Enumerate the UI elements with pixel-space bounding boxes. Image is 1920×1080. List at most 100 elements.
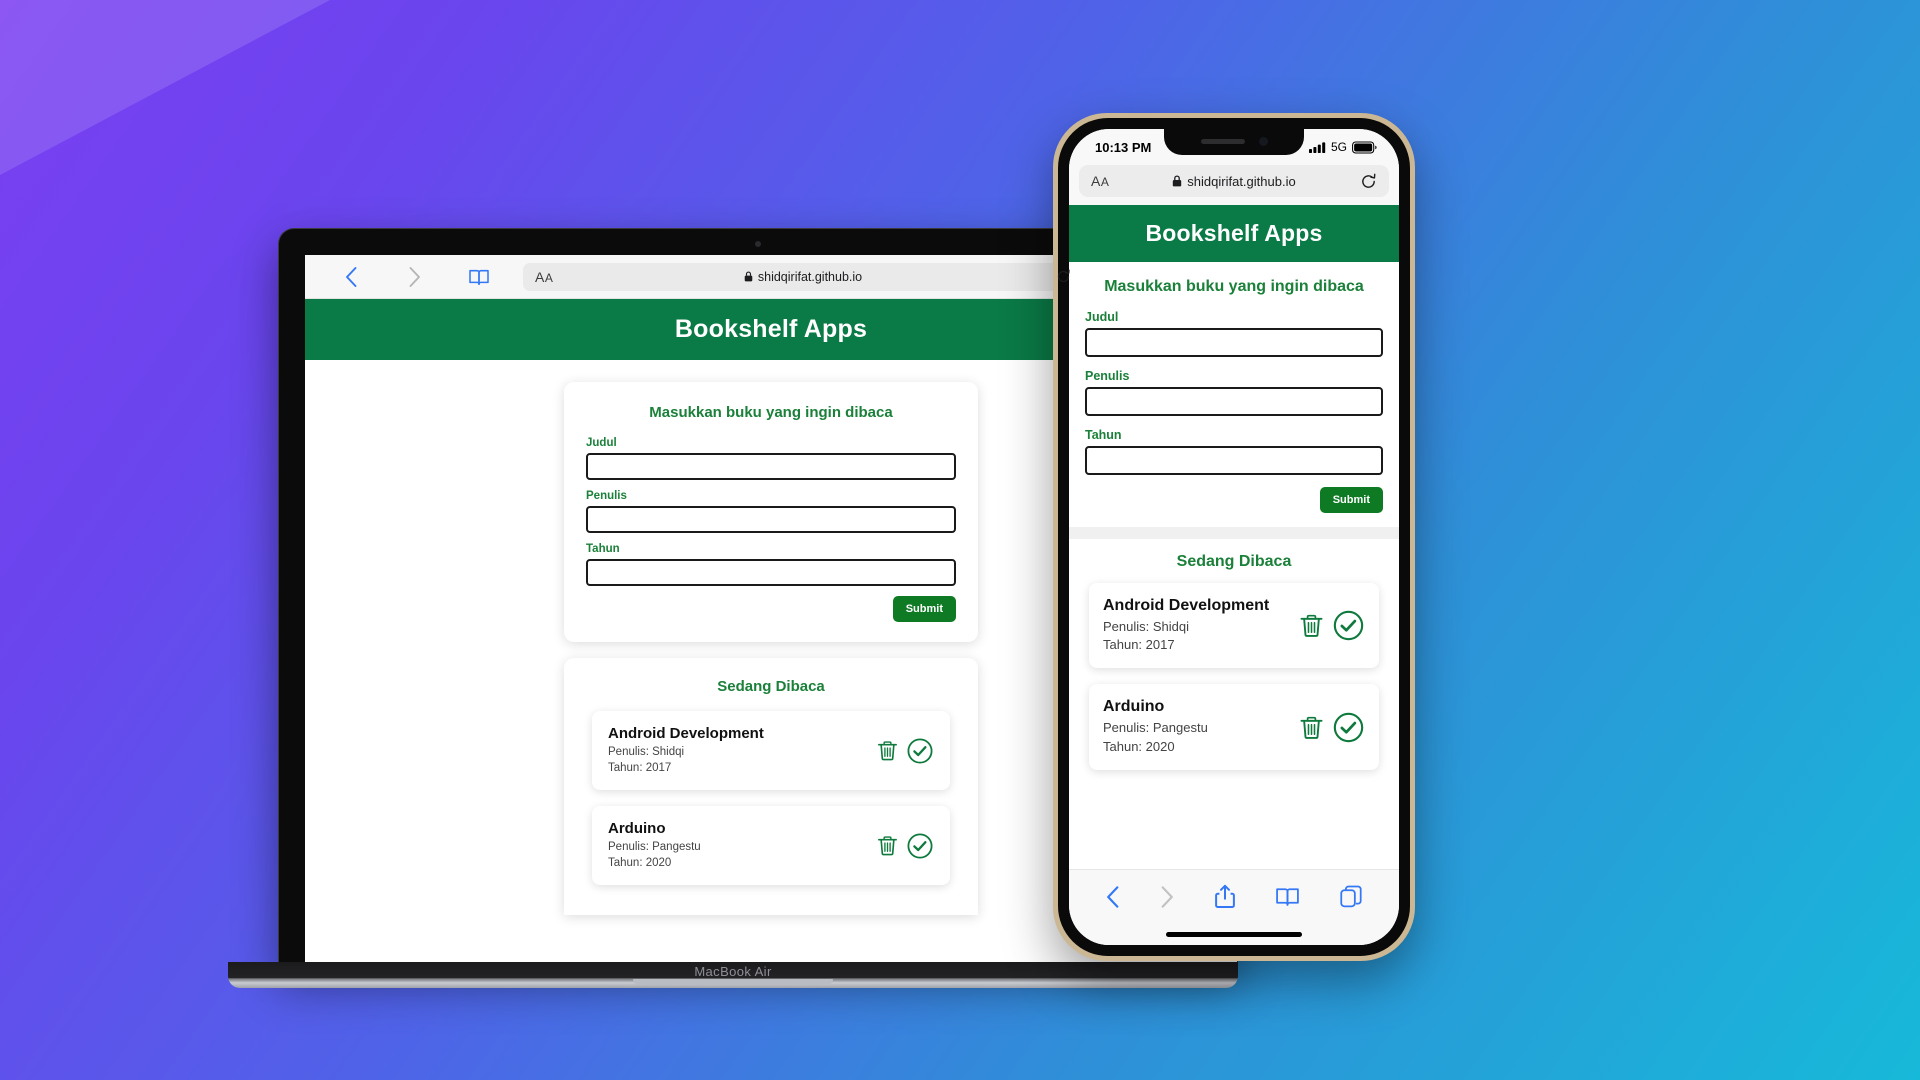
book-year: Tahun: 2017 bbox=[608, 761, 672, 774]
laptop-form-title: Masukkan buku yang ingin dibaca bbox=[649, 404, 893, 421]
phone-notch bbox=[1164, 129, 1304, 155]
chevron-left-icon bbox=[346, 266, 357, 287]
trash-icon bbox=[878, 741, 897, 761]
screenshot-stage: AA shidqirifat.github.io Bookshelf Apps … bbox=[0, 0, 1920, 1080]
phone-book-info-0: Android Development Penulis: Shidqi Tahu… bbox=[1103, 597, 1269, 654]
laptop-label-tahun: Tahun bbox=[586, 543, 620, 555]
trash-icon bbox=[878, 836, 897, 856]
laptop-text-size-button[interactable]: AA bbox=[535, 269, 553, 285]
table-row[interactable]: Android Development Penulis: Shidqi Tahu… bbox=[592, 711, 950, 791]
phone-forward-button[interactable] bbox=[1160, 885, 1175, 909]
table-row[interactable]: Arduino Penulis: Pangestu Tahun: 2020 bbox=[592, 806, 950, 886]
laptop-model-label: MacBook Air bbox=[694, 964, 772, 979]
phone-frame: 10:13 PM 5G AA shidqirifat.github.io Boo… bbox=[1058, 118, 1410, 956]
check-circle-icon bbox=[907, 738, 933, 764]
phone-back-button[interactable] bbox=[1105, 885, 1120, 909]
laptop-reload-button[interactable] bbox=[1056, 269, 1071, 284]
phone-section-divider bbox=[1069, 527, 1399, 539]
phone-app-header: Bookshelf Apps bbox=[1069, 205, 1399, 262]
laptop-delete-button-1[interactable] bbox=[875, 833, 900, 858]
laptop-camera bbox=[755, 241, 761, 247]
phone-mark-done-button-0[interactable] bbox=[1332, 609, 1365, 642]
laptop-submit-button[interactable]: Submit bbox=[892, 596, 956, 622]
phone-form-title: Masukkan buku yang ingin dibaca bbox=[1104, 278, 1364, 295]
phone-address-bar[interactable]: AA shidqirifat.github.io bbox=[1079, 165, 1389, 197]
phone-label-penulis: Penulis bbox=[1085, 369, 1130, 383]
list-item[interactable]: Arduino Penulis: Pangestu Tahun: 2020 bbox=[1089, 684, 1379, 770]
laptop-back-button[interactable] bbox=[319, 266, 383, 288]
phone-url-display: shidqirifat.github.io bbox=[1079, 174, 1389, 189]
phone-reload-button[interactable] bbox=[1360, 173, 1377, 190]
phone-input-judul[interactable] bbox=[1085, 328, 1383, 357]
chevron-right-icon bbox=[1161, 885, 1173, 908]
status-bar-network: 5G bbox=[1330, 140, 1347, 154]
phone-input-penulis[interactable] bbox=[1085, 387, 1383, 416]
laptop-book-actions-1 bbox=[875, 832, 934, 860]
share-icon bbox=[1215, 884, 1235, 908]
book-title: Android Development bbox=[1103, 597, 1270, 614]
iphone-device: 10:13 PM 5G AA shidqirifat.github.io Boo… bbox=[1053, 113, 1415, 961]
book-title: Arduino bbox=[608, 820, 666, 838]
laptop-input-tahun[interactable] bbox=[586, 559, 956, 586]
phone-bookmarks-button[interactable] bbox=[1275, 886, 1300, 907]
book-author: Penulis: Pangestu bbox=[1103, 720, 1208, 736]
phone-home-indicator-area bbox=[1069, 923, 1399, 945]
phone-book-info-1: Arduino Penulis: Pangestu Tahun: 2020 bbox=[1103, 698, 1208, 755]
laptop-url-text: shidqirifat.github.io bbox=[757, 269, 863, 284]
book-author: Penulis: Shidqi bbox=[1103, 619, 1189, 634]
laptop-input-judul[interactable] bbox=[586, 453, 956, 480]
phone-book-form-card: Masukkan buku yang ingin dibaca Judul Pe… bbox=[1069, 262, 1399, 527]
battery-icon bbox=[1352, 140, 1377, 154]
book-year: Tahun: 2020 bbox=[1103, 738, 1175, 754]
home-indicator[interactable] bbox=[1166, 931, 1302, 937]
laptop-sidebar-button[interactable] bbox=[447, 268, 511, 286]
laptop-base: MacBook Air bbox=[228, 962, 1238, 988]
check-circle-icon bbox=[1333, 610, 1364, 641]
laptop-mark-done-button-1[interactable] bbox=[906, 832, 934, 860]
laptop-base-notch bbox=[633, 979, 833, 985]
phone-url-text: shidqirifat.github.io bbox=[1187, 173, 1296, 189]
background-wedge bbox=[0, 0, 330, 175]
phone-submit-button[interactable]: Submit bbox=[1319, 487, 1383, 513]
front-camera-icon bbox=[1258, 137, 1268, 146]
trash-icon bbox=[1300, 615, 1323, 638]
laptop-book-list-card: Sedang Dibaca Android Development Penuli… bbox=[564, 658, 978, 916]
laptop-book-form-card: Masukkan buku yang ingin dibaca Judul Pe… bbox=[564, 382, 978, 642]
lock-icon bbox=[744, 271, 753, 282]
book-author: Penulis: Shidqi bbox=[608, 746, 685, 758]
laptop-list-title: Sedang Dibaca bbox=[717, 678, 825, 695]
list-item[interactable]: Android Development Penulis: Shidqi Tahu… bbox=[1089, 583, 1379, 669]
reload-icon bbox=[1362, 173, 1376, 188]
phone-book-actions-1 bbox=[1297, 711, 1365, 744]
status-bar-time: 10:13 PM bbox=[1095, 139, 1152, 155]
chevron-left-icon bbox=[1107, 885, 1119, 908]
laptop-input-penulis[interactable] bbox=[586, 506, 956, 533]
laptop-label-judul: Judul bbox=[586, 437, 617, 449]
cellular-bars-icon bbox=[1308, 142, 1326, 153]
laptop-forward-button[interactable] bbox=[383, 266, 447, 288]
phone-book-list: Sedang Dibaca Android Development Penuli… bbox=[1069, 539, 1399, 770]
phone-app-body: Masukkan buku yang ingin dibaca Judul Pe… bbox=[1069, 262, 1399, 869]
phone-delete-button-0[interactable] bbox=[1297, 611, 1326, 640]
lock-icon bbox=[1173, 175, 1182, 187]
laptop-mark-done-button-0[interactable] bbox=[906, 737, 934, 765]
phone-label-judul: Judul bbox=[1085, 310, 1119, 324]
check-circle-icon bbox=[1333, 712, 1364, 742]
book-year: Tahun: 2020 bbox=[608, 856, 672, 869]
phone-input-tahun[interactable] bbox=[1085, 446, 1383, 475]
book-year: Tahun: 2017 bbox=[1103, 637, 1175, 653]
phone-tabs-button[interactable] bbox=[1340, 885, 1363, 908]
trash-icon bbox=[1300, 716, 1323, 739]
laptop-address-bar[interactable]: AA shidqirifat.github.io bbox=[523, 262, 1083, 291]
laptop-book-actions-0 bbox=[875, 737, 934, 765]
phone-book-actions-0 bbox=[1297, 609, 1365, 642]
book-title: Arduino bbox=[1103, 698, 1165, 716]
book-icon bbox=[1276, 888, 1299, 906]
book-title: Android Development bbox=[608, 725, 764, 742]
phone-share-button[interactable] bbox=[1215, 884, 1235, 909]
phone-mark-done-button-1[interactable] bbox=[1332, 711, 1365, 744]
laptop-label-penulis: Penulis bbox=[586, 490, 627, 502]
laptop-delete-button-0[interactable] bbox=[875, 738, 900, 763]
phone-delete-button-1[interactable] bbox=[1297, 713, 1326, 742]
phone-status-bar: 10:13 PM 5G bbox=[1069, 129, 1399, 165]
